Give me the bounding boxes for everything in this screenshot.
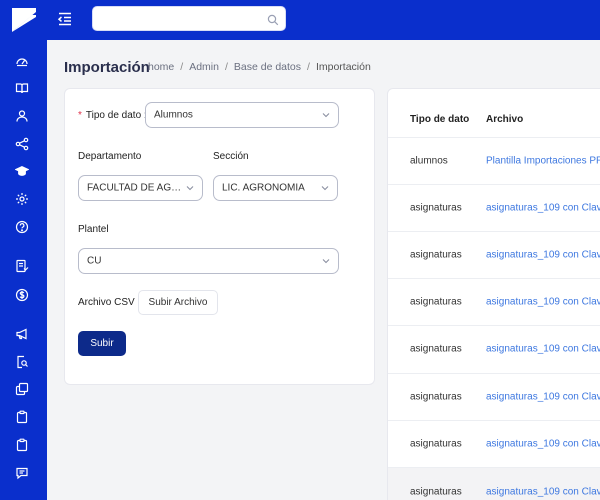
top-bar: [0, 0, 600, 40]
report-icon[interactable]: [15, 259, 29, 273]
row-tipo: asignaturas: [410, 202, 462, 213]
clipboard-icon[interactable]: [15, 410, 29, 424]
row-file-link[interactable]: asignaturas_109 con Clave Materias.csv: [486, 486, 600, 497]
row-file-link[interactable]: asignaturas_109 con Clave Materias.csv: [486, 391, 600, 402]
plantel-select[interactable]: CU: [78, 248, 339, 274]
table-row: asignaturas asignaturas_109 con Clave Ma…: [388, 325, 600, 372]
user-icon[interactable]: [15, 109, 29, 123]
row-tipo: alumnos: [410, 155, 448, 166]
sidebar: [0, 40, 47, 500]
tipo-de-dato-value: Alumnos: [154, 109, 193, 121]
plantel-value: CU: [87, 255, 102, 267]
table-row: alumnos Plantilla Importaciones PROFEST.…: [388, 137, 600, 184]
breadcrumb-home[interactable]: home: [148, 61, 174, 73]
departamento-value: FACULTAD DE AGRONOMIA: [87, 182, 183, 194]
breadcrumb-base-de-datos[interactable]: Base de datos: [234, 61, 301, 73]
row-tipo: asignaturas: [410, 296, 462, 307]
table-row: asignaturas asignaturas_109 con Clave Ma…: [388, 468, 600, 500]
row-file-link[interactable]: asignaturas_109 con Clave Materias.csv: [486, 202, 600, 213]
row-tipo: asignaturas: [410, 249, 462, 260]
archivo-csv-label: Archivo CSV :: [78, 297, 141, 308]
submit-button[interactable]: Subir: [78, 331, 126, 356]
chevron-down-icon: [322, 113, 330, 118]
row-tipo: asignaturas: [410, 343, 462, 354]
tipo-de-dato-label: * Tipo de dato :: [78, 110, 147, 121]
megaphone-icon[interactable]: [15, 327, 29, 341]
departamento-label: Departamento: [78, 151, 142, 162]
row-file-link[interactable]: Plantilla Importaciones PROFEST.csv: [486, 155, 600, 166]
chevron-down-icon: [322, 259, 330, 264]
breadcrumb-current: Importación: [315, 61, 371, 73]
page-title: Importación: [64, 59, 150, 76]
book-icon[interactable]: [15, 81, 29, 95]
imports-table: Tipo de dato Archivo alumnos Plantilla I…: [387, 88, 600, 500]
seccion-value: LIC. AGRONOMIA: [222, 182, 305, 194]
share-nodes-icon[interactable]: [15, 137, 29, 151]
tipo-de-dato-select[interactable]: Alumnos: [145, 102, 339, 128]
chevron-down-icon: [186, 186, 194, 191]
row-tipo: asignaturas: [410, 438, 462, 449]
upload-file-button[interactable]: Subir Archivo: [138, 290, 218, 315]
row-file-link[interactable]: asignaturas_109 con Clave Materias.csv: [486, 296, 600, 307]
table-row: asignaturas asignaturas_109 con Clave Ma…: [388, 231, 600, 278]
chat-icon[interactable]: [15, 466, 29, 480]
required-marker: *: [78, 110, 82, 121]
dollar-circle-icon[interactable]: [15, 288, 29, 302]
row-tipo: asignaturas: [410, 391, 462, 402]
help-circle-icon[interactable]: [15, 220, 29, 234]
row-file-link[interactable]: asignaturas_109 con Clave Materias.csv: [486, 438, 600, 449]
graduation-cap-icon[interactable]: [15, 164, 29, 178]
menu-toggle-icon[interactable]: [56, 10, 74, 28]
column-header-archivo: Archivo: [486, 114, 524, 125]
search-input[interactable]: [93, 7, 285, 30]
copy-icon[interactable]: [15, 382, 29, 396]
search-icon[interactable]: [267, 13, 279, 26]
search-document-icon[interactable]: [15, 355, 29, 369]
row-file-link[interactable]: asignaturas_109 con Clave Materias.csv: [486, 343, 600, 354]
departamento-select[interactable]: FACULTAD DE AGRONOMIA: [78, 175, 203, 201]
seccion-select[interactable]: LIC. AGRONOMIA: [213, 175, 338, 201]
table-row: asignaturas asignaturas_109 con Clave Ma…: [388, 184, 600, 231]
chevron-down-icon: [321, 186, 329, 191]
row-tipo: asignaturas: [410, 486, 462, 497]
brand-logo-icon[interactable]: [12, 8, 36, 32]
table-row: asignaturas asignaturas_109 con Clave Ma…: [388, 373, 600, 420]
gear-icon[interactable]: [15, 192, 29, 206]
import-form-card: * Tipo de dato : Alumnos Departamento FAC…: [64, 88, 375, 385]
breadcrumb: home / Admin / Base de datos / Importación: [148, 61, 371, 73]
clipboard-icon[interactable]: [15, 438, 29, 452]
table-row: asignaturas asignaturas_109 con Clave Ma…: [388, 420, 600, 467]
column-header-tipo-de-dato: Tipo de dato: [410, 114, 470, 125]
table-row: asignaturas asignaturas_109 con Clave Ma…: [388, 278, 600, 325]
breadcrumb-admin[interactable]: Admin: [189, 61, 219, 73]
plantel-label: Plantel: [78, 224, 109, 235]
row-file-link[interactable]: asignaturas_109 con Clave Materias.csv: [486, 249, 600, 260]
dashboard-icon[interactable]: [15, 54, 29, 68]
seccion-label: Sección: [213, 151, 249, 162]
search-box: [92, 6, 286, 31]
